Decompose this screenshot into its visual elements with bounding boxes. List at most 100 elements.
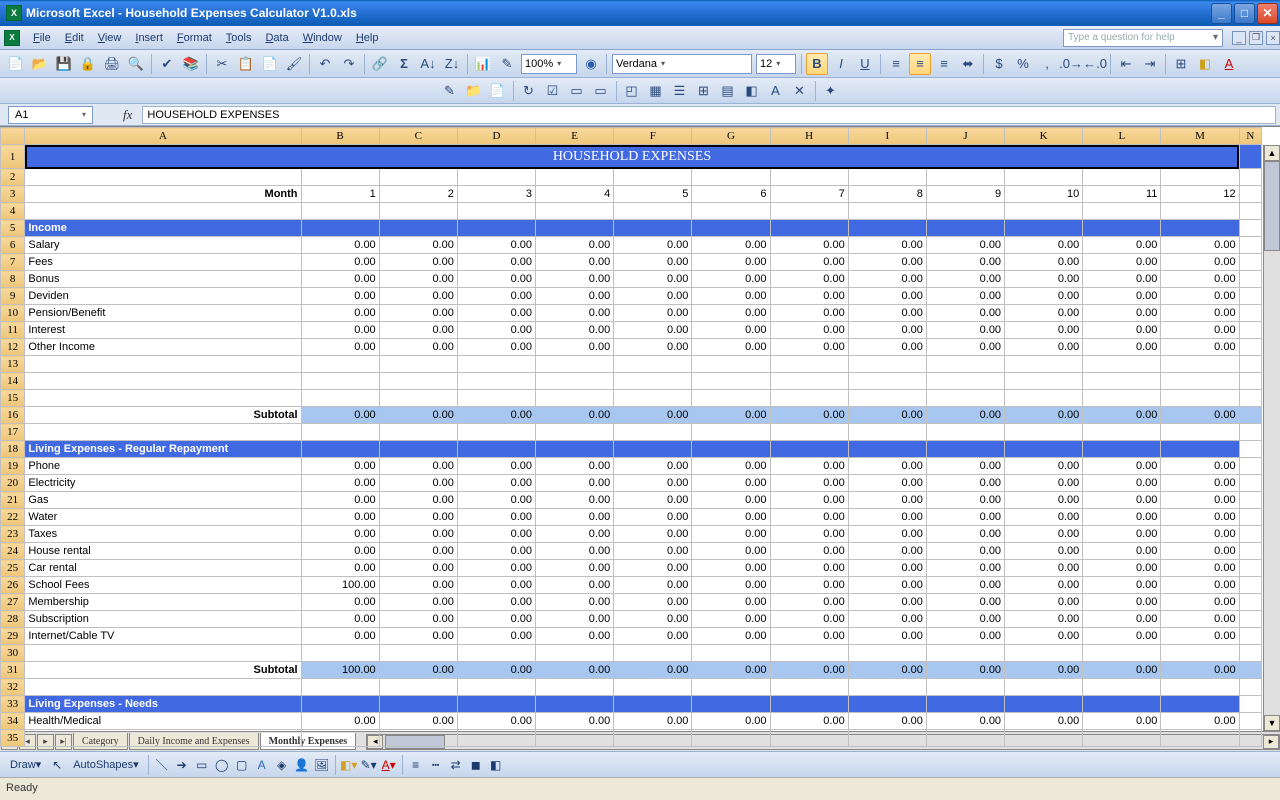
bold-button[interactable]: B: [806, 53, 828, 75]
cell[interactable]: [1239, 424, 1261, 441]
cell[interactable]: 0.00: [301, 271, 379, 288]
cell[interactable]: 0.00: [301, 628, 379, 645]
cell[interactable]: [692, 220, 770, 237]
cell[interactable]: 0.00: [379, 662, 457, 679]
cell[interactable]: 0.00: [848, 560, 926, 577]
cell[interactable]: 0.00: [1083, 322, 1161, 339]
cell[interactable]: 0.00: [770, 543, 848, 560]
cell[interactable]: [1005, 220, 1083, 237]
cell[interactable]: [1239, 509, 1261, 526]
cell[interactable]: 0.00: [1083, 577, 1161, 594]
cell[interactable]: 0.00: [379, 594, 457, 611]
cell[interactable]: [848, 356, 926, 373]
tb2-icon[interactable]: ◧: [741, 80, 763, 102]
cell[interactable]: [457, 390, 535, 407]
tb2-icon[interactable]: ✕: [789, 80, 811, 102]
cell[interactable]: 3: [457, 186, 535, 203]
cell[interactable]: [379, 356, 457, 373]
cell[interactable]: [1239, 305, 1261, 322]
cell[interactable]: [379, 220, 457, 237]
header-cell[interactable]: J: [926, 128, 1004, 145]
cell[interactable]: [692, 356, 770, 373]
cell[interactable]: [301, 220, 379, 237]
cell[interactable]: 0.00: [1083, 594, 1161, 611]
menu-data[interactable]: Data: [258, 28, 295, 48]
formula-input[interactable]: HOUSEHOLD EXPENSES: [142, 106, 1276, 124]
cell[interactable]: 0.00: [379, 339, 457, 356]
cell[interactable]: [1161, 441, 1239, 458]
cell[interactable]: 0.00: [692, 322, 770, 339]
cell[interactable]: 0.00: [614, 543, 692, 560]
font-size-combo[interactable]: 12▾: [756, 54, 796, 74]
cell[interactable]: 0.00: [301, 713, 379, 730]
cell[interactable]: 0.00: [1005, 594, 1083, 611]
cell[interactable]: [692, 373, 770, 390]
cell[interactable]: 0.00: [536, 713, 614, 730]
cell[interactable]: 0.00: [1005, 475, 1083, 492]
cell[interactable]: [457, 696, 535, 713]
cell[interactable]: 0.00: [379, 407, 457, 424]
cell[interactable]: 0.00: [1005, 577, 1083, 594]
cell[interactable]: [926, 390, 1004, 407]
cell[interactable]: [1239, 577, 1261, 594]
cell[interactable]: [926, 679, 1004, 696]
cell[interactable]: 0.00: [848, 288, 926, 305]
cell[interactable]: Subtotal: [25, 662, 301, 679]
cell[interactable]: [25, 390, 301, 407]
wordart-icon[interactable]: A: [253, 756, 271, 774]
cell[interactable]: 0.00: [536, 407, 614, 424]
cell[interactable]: 0.00: [457, 594, 535, 611]
menu-help[interactable]: Help: [349, 28, 386, 48]
header-cell[interactable]: 24: [1, 543, 25, 560]
cell[interactable]: [770, 220, 848, 237]
redo-icon[interactable]: ↷: [338, 53, 360, 75]
workbook-close[interactable]: ×: [1266, 31, 1280, 45]
tb2-icon[interactable]: ▤: [717, 80, 739, 102]
header-cell[interactable]: I: [848, 128, 926, 145]
cell[interactable]: [301, 390, 379, 407]
tb2-icon[interactable]: ↻: [518, 80, 540, 102]
shadow-icon[interactable]: ◼: [467, 756, 485, 774]
cell[interactable]: [848, 424, 926, 441]
cell[interactable]: [848, 679, 926, 696]
fx-label[interactable]: fx: [123, 107, 132, 123]
cell[interactable]: 0.00: [457, 458, 535, 475]
cell[interactable]: Subscription: [25, 611, 301, 628]
cell[interactable]: [1083, 356, 1161, 373]
header-cell[interactable]: 6: [1, 237, 25, 254]
cell[interactable]: [379, 730, 457, 747]
cell[interactable]: 0.00: [1005, 560, 1083, 577]
cell[interactable]: 0.00: [1161, 492, 1239, 509]
cell[interactable]: 0.00: [848, 509, 926, 526]
cell[interactable]: 0.00: [1005, 662, 1083, 679]
cell[interactable]: 0.00: [614, 305, 692, 322]
cell[interactable]: 0.00: [1005, 339, 1083, 356]
cell[interactable]: 0.00: [457, 713, 535, 730]
cell[interactable]: Deviden: [25, 288, 301, 305]
cell[interactable]: [692, 390, 770, 407]
workbook-minimize[interactable]: _: [1232, 31, 1246, 45]
cell[interactable]: 12: [1161, 186, 1239, 203]
header-cell[interactable]: 28: [1, 611, 25, 628]
fill-color-icon[interactable]: ◧: [1194, 53, 1216, 75]
cell[interactable]: 0.00: [770, 475, 848, 492]
cell[interactable]: [536, 441, 614, 458]
cell[interactable]: [301, 679, 379, 696]
print-preview-icon[interactable]: 🔍: [125, 53, 147, 75]
cell[interactable]: 0.00: [536, 305, 614, 322]
fill-color-icon[interactable]: ◧▾: [340, 756, 358, 774]
cell[interactable]: 0.00: [770, 611, 848, 628]
header-cell[interactable]: 20: [1, 475, 25, 492]
align-center-icon[interactable]: ≡: [909, 53, 931, 75]
cell[interactable]: 0.00: [1161, 288, 1239, 305]
cell[interactable]: 0.00: [926, 509, 1004, 526]
cell[interactable]: [379, 679, 457, 696]
cell[interactable]: [1083, 390, 1161, 407]
cell[interactable]: 0.00: [848, 611, 926, 628]
tb2-icon[interactable]: ☰: [669, 80, 691, 102]
cell[interactable]: 0.00: [1083, 237, 1161, 254]
cell[interactable]: 0.00: [1083, 509, 1161, 526]
cell[interactable]: 100.00: [301, 577, 379, 594]
cell[interactable]: [1239, 169, 1261, 186]
cell[interactable]: [1239, 145, 1261, 169]
